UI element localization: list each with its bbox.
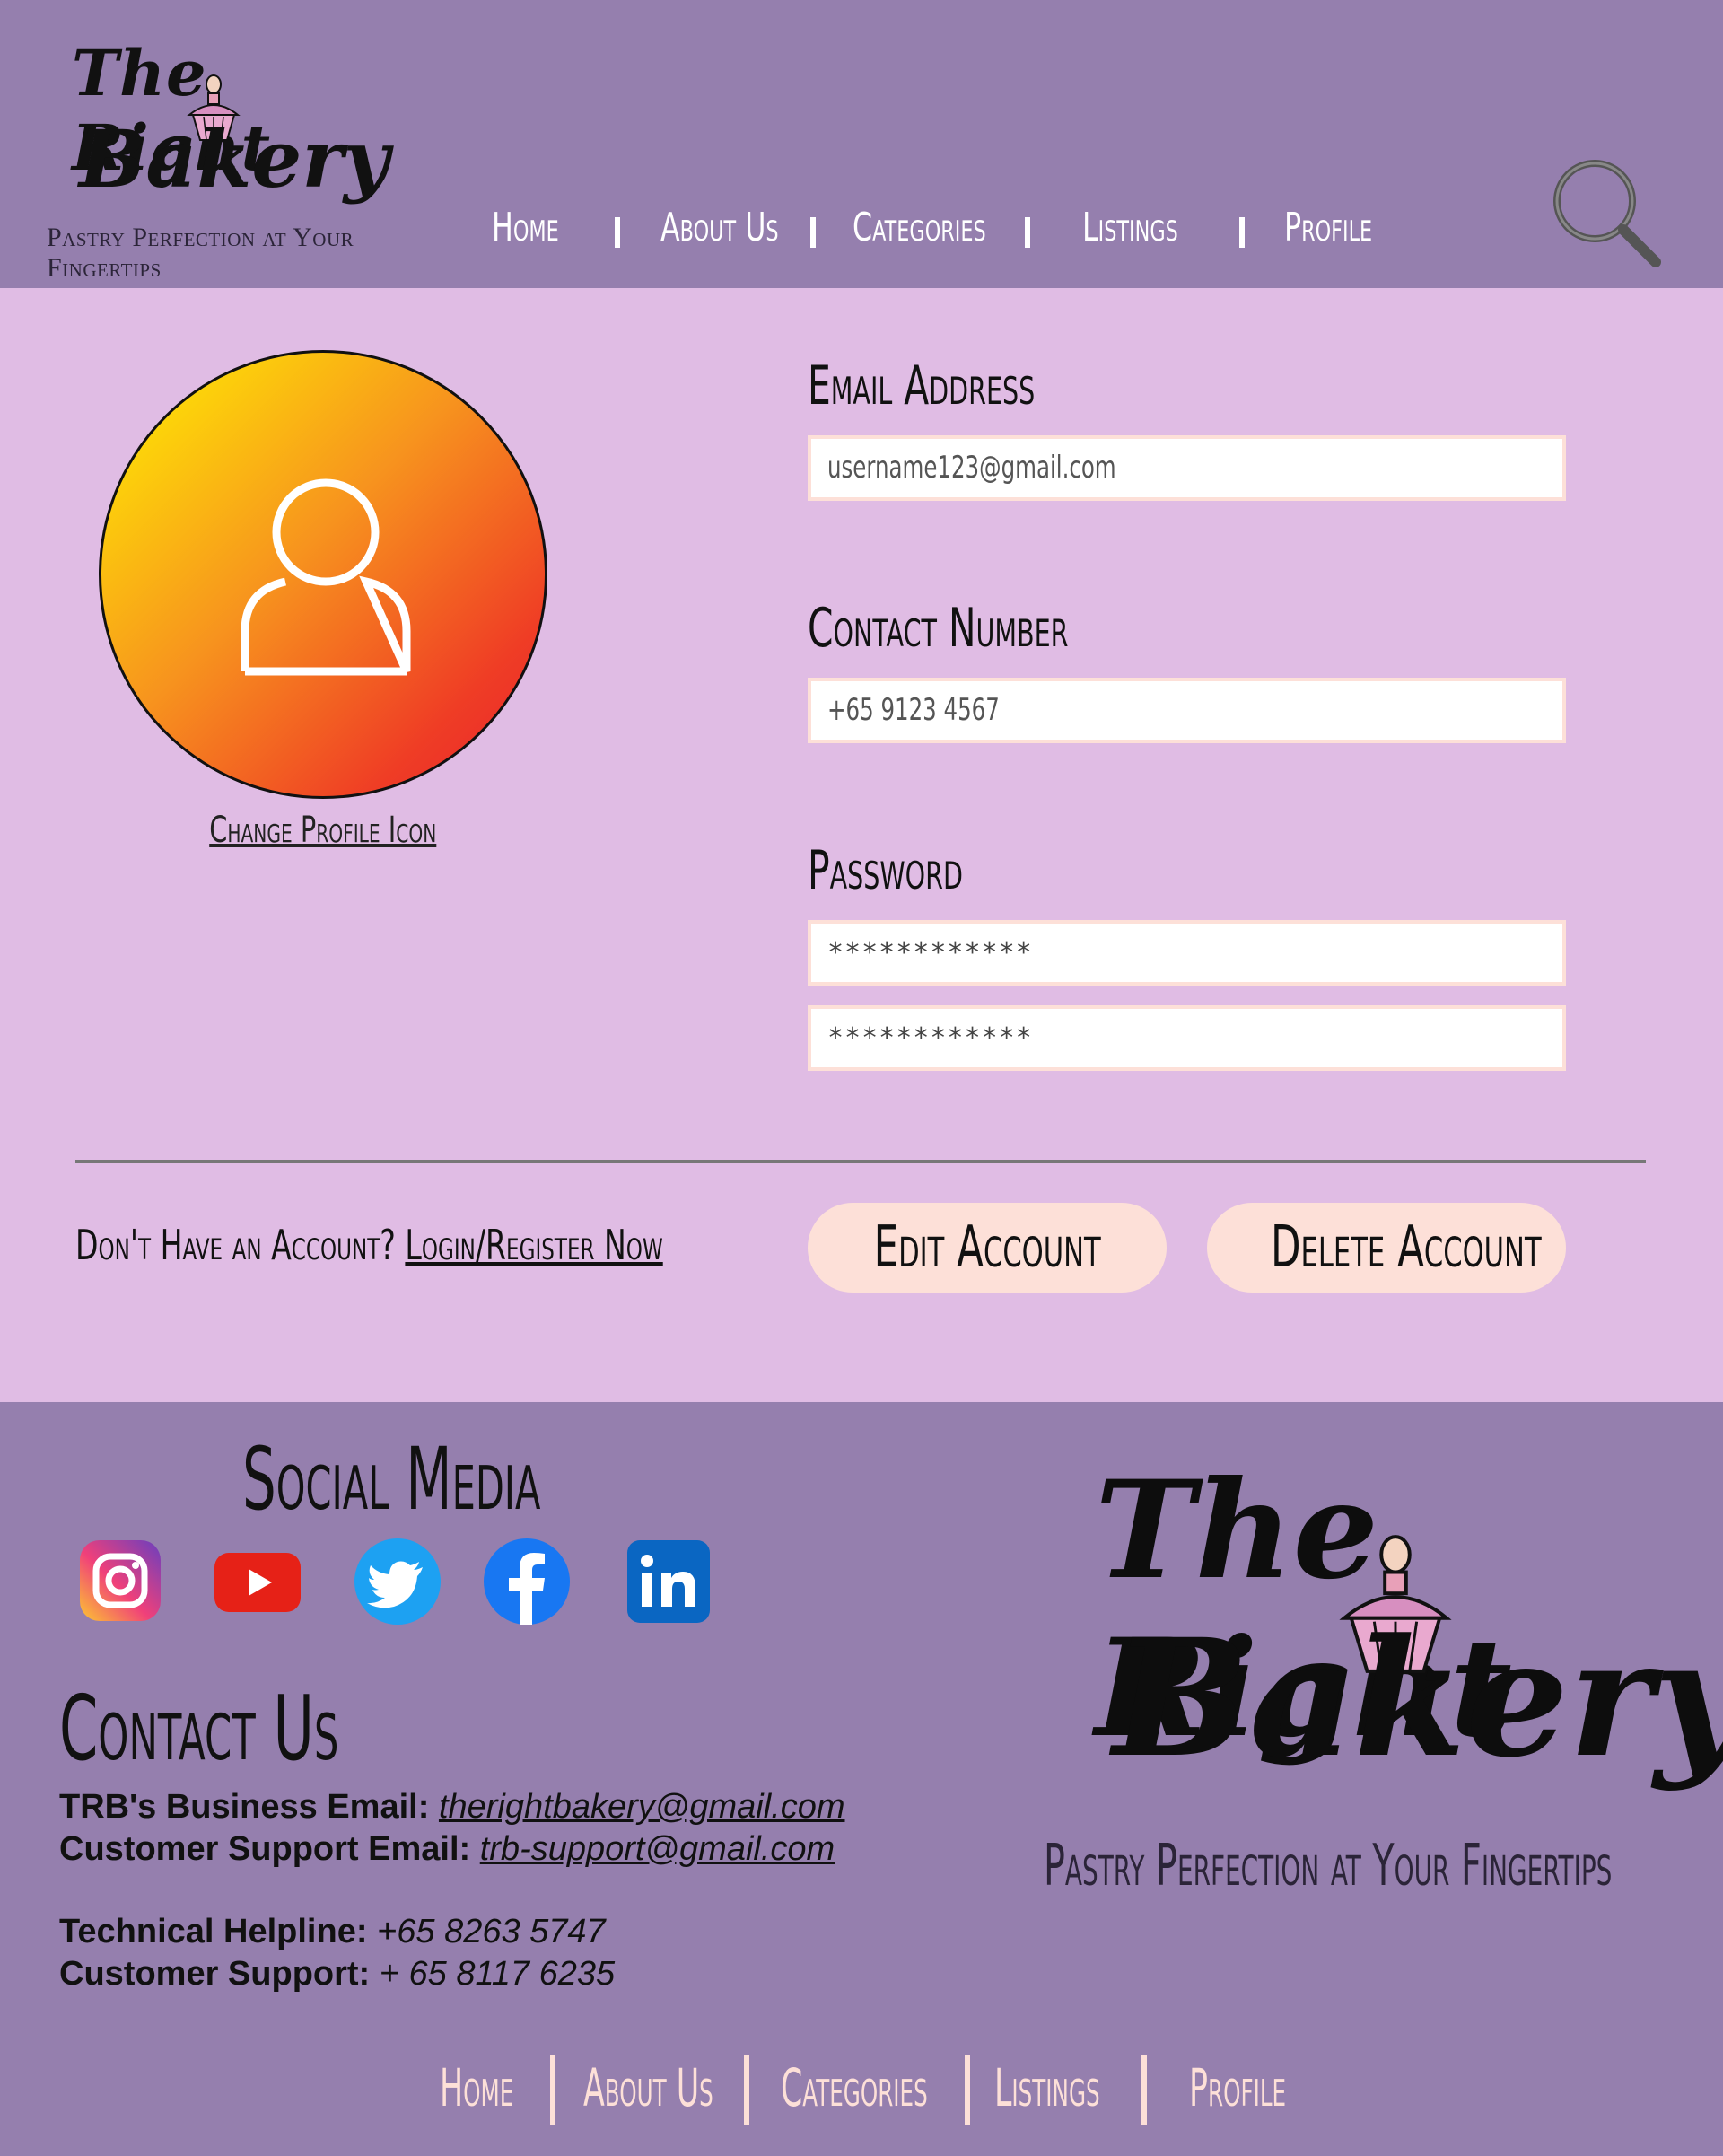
email-value: username123@gmail.com bbox=[827, 450, 1116, 486]
account-prompt-text: Don't Have an Account? bbox=[75, 1221, 396, 1269]
nav-divider bbox=[615, 217, 620, 248]
facebook-icon[interactable] bbox=[482, 1537, 572, 1626]
contact-us-title: Contact Us bbox=[59, 1676, 339, 1781]
footer-nav-categories[interactable]: Categories bbox=[781, 2057, 928, 2118]
user-icon bbox=[241, 478, 411, 676]
linkedin-icon[interactable] bbox=[624, 1537, 713, 1626]
login-register-link[interactable]: Login/Register Now bbox=[405, 1221, 662, 1269]
delete-account-button[interactable]: Delete Account bbox=[1207, 1203, 1566, 1293]
helpline-number: +65 8263 5747 bbox=[377, 1913, 606, 1950]
contact-number-label: Contact Number bbox=[808, 597, 1069, 660]
footer-tagline: Pastry Perfection at Your Fingertips bbox=[1044, 1833, 1613, 1899]
nav-divider bbox=[810, 217, 816, 248]
support-email-line: Customer Support Email: trb-support@gmai… bbox=[59, 1830, 835, 1869]
nav-listings[interactable]: Listings bbox=[1082, 205, 1178, 250]
nav-home[interactable]: Home bbox=[492, 205, 559, 250]
edit-account-button[interactable]: Edit Account bbox=[808, 1203, 1167, 1293]
footer-nav-divider bbox=[744, 2055, 749, 2125]
site-header: The Right Bakery Pastry Perfection at Yo… bbox=[0, 0, 1723, 288]
password-value: ************ bbox=[827, 937, 1033, 968]
nav-divider bbox=[1239, 217, 1245, 248]
support-email-label: Customer Support Email: bbox=[59, 1830, 471, 1868]
footer-nav-profile[interactable]: Profile bbox=[1189, 2057, 1286, 2118]
brand-logo[interactable]: The Right Bakery Pastry Perfection at Yo… bbox=[45, 27, 389, 283]
change-profile-icon-container: Change Profile Icon bbox=[0, 810, 646, 851]
footer-nav-divider bbox=[965, 2055, 970, 2125]
social-media-title: Social Media bbox=[242, 1429, 541, 1529]
contact-number-field[interactable]: +65 9123 4567 bbox=[808, 678, 1566, 743]
youtube-icon[interactable] bbox=[213, 1537, 302, 1626]
delete-account-label: Delete Account bbox=[1270, 1214, 1542, 1281]
email-label: Email Address bbox=[808, 355, 1036, 417]
footer-nav-about-us[interactable]: About Us bbox=[583, 2057, 713, 2118]
helpline-label: Technical Helpline: bbox=[59, 1913, 368, 1950]
password-field[interactable]: ************ bbox=[808, 920, 1566, 986]
nav-about-us[interactable]: About Us bbox=[660, 205, 779, 250]
section-divider bbox=[75, 1160, 1646, 1163]
helpline-line: Technical Helpline: +65 8263 5747 bbox=[59, 1913, 606, 1951]
logo-line2: Bakery bbox=[79, 112, 389, 206]
change-profile-icon-link[interactable]: Change Profile Icon bbox=[209, 810, 436, 851]
twitter-icon[interactable] bbox=[353, 1537, 442, 1626]
support-phone-line: Customer Support: + 65 8117 6235 bbox=[59, 1955, 615, 1994]
profile-avatar bbox=[99, 350, 547, 799]
contact-number-value: +65 9123 4567 bbox=[827, 692, 1000, 728]
password-confirm-field[interactable]: ************ bbox=[808, 1005, 1566, 1071]
footer-nav-divider bbox=[1141, 2055, 1147, 2125]
support-phone-label: Customer Support: bbox=[59, 1955, 371, 1993]
search-icon[interactable] bbox=[1548, 154, 1665, 271]
nav-profile[interactable]: Profile bbox=[1284, 205, 1372, 250]
email-field[interactable]: username123@gmail.com bbox=[808, 435, 1566, 501]
account-prompt: Don't Have an Account? Login/Register No… bbox=[75, 1221, 663, 1269]
business-email-line: TRB's Business Email: therightbakery@gma… bbox=[59, 1788, 844, 1827]
site-footer: Social Media Contact Us TRB's Business E… bbox=[0, 1402, 1723, 2156]
business-email-label: TRB's Business Email: bbox=[59, 1788, 430, 1826]
business-email-link[interactable]: therightbakery@gmail.com bbox=[439, 1788, 845, 1826]
footer-nav-divider bbox=[550, 2055, 555, 2125]
support-email-link[interactable]: trb-support@gmail.com bbox=[480, 1830, 835, 1868]
tagline: Pastry Perfection at Your Fingertips bbox=[47, 223, 354, 283]
footer-logo-line2: Bakery bbox=[1113, 1604, 1723, 1793]
instagram-icon[interactable] bbox=[76, 1537, 166, 1626]
footer-nav-listings[interactable]: Listings bbox=[994, 2057, 1100, 2118]
edit-account-label: Edit Account bbox=[873, 1214, 1101, 1281]
nav-divider bbox=[1025, 217, 1030, 248]
footer-nav-home[interactable]: Home bbox=[440, 2057, 513, 2118]
nav-categories[interactable]: Categories bbox=[853, 205, 986, 250]
support-phone-number: + 65 8117 6235 bbox=[379, 1955, 616, 1993]
password-confirm-value: ************ bbox=[827, 1022, 1033, 1054]
password-label: Password bbox=[808, 839, 963, 902]
